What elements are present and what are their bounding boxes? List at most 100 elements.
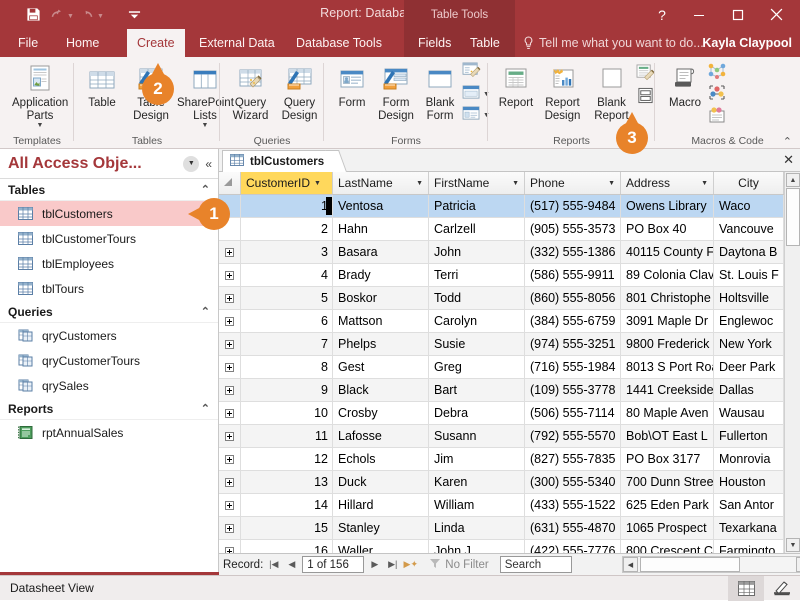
report-design-button[interactable]: Report Design <box>538 60 587 122</box>
nav-group-tables[interactable]: Tables ⌃ <box>0 179 218 201</box>
table-row[interactable]: 3 Basara John (332) 555-1386 40115 Count… <box>219 241 800 264</box>
column-header-lastname[interactable]: LastName ▼ <box>333 172 429 194</box>
cell-lastname[interactable]: Mattson <box>333 310 429 332</box>
cell-address[interactable]: 8013 S Port Roa <box>621 356 714 378</box>
chevron-up-icon[interactable]: ⌃ <box>201 305 210 318</box>
expand-row-button[interactable] <box>219 402 241 424</box>
cell-phone[interactable]: (792) 555-5570 <box>525 425 621 447</box>
cell-customerid[interactable]: 1 <box>241 195 333 217</box>
cell-lastname[interactable]: Ventosa <box>333 195 429 217</box>
cell-firstname[interactable]: William <box>429 494 525 516</box>
column-header-phone[interactable]: Phone ▼ <box>525 172 621 194</box>
cell-address[interactable]: PO Box 3177 <box>621 448 714 470</box>
cell-address[interactable]: 9800 Frederick <box>621 333 714 355</box>
table-row[interactable]: 10 Crosby Debra (506) 555-7114 80 Maple … <box>219 402 800 425</box>
visual-basic-button[interactable] <box>707 106 727 126</box>
close-button[interactable] <box>757 1 796 28</box>
cell-phone[interactable]: (422) 555-7776 <box>525 540 621 553</box>
cell-lastname[interactable]: Stanley <box>333 517 429 539</box>
triangle-down-icon[interactable]: ▼ <box>786 538 800 552</box>
sidebar-item-tblcustomertours[interactable]: tblCustomerTours <box>0 226 218 251</box>
cell-city[interactable]: St. Louis F <box>714 264 784 286</box>
cell-firstname[interactable]: Susann <box>429 425 525 447</box>
tab-home[interactable]: Home <box>56 29 109 57</box>
table-row[interactable]: 5 Boskor Todd (860) 555-8056 801 Christo… <box>219 287 800 310</box>
cell-phone[interactable]: (905) 555-3573 <box>525 218 621 240</box>
table-row[interactable]: 1 Ventosa Patricia (517) 555-9484 Owens … <box>219 195 800 218</box>
cell-customerid[interactable]: 11 <box>241 425 333 447</box>
last-record-icon[interactable]: ▶| <box>385 557 400 573</box>
cell-firstname[interactable]: Greg <box>429 356 525 378</box>
collapse-ribbon-button[interactable]: ⌃ <box>783 135 792 148</box>
cell-address[interactable]: Bob\OT East L <box>621 425 714 447</box>
table-row[interactable]: 8 Gest Greg (716) 555-1984 8013 S Port R… <box>219 356 800 379</box>
cell-phone[interactable]: (860) 555-8056 <box>525 287 621 309</box>
cell-city[interactable]: New York <box>714 333 784 355</box>
tab-database-tools[interactable]: Database Tools <box>286 29 392 57</box>
table-row[interactable]: 14 Hillard William (433) 555-1522 625 Ed… <box>219 494 800 517</box>
cell-city[interactable]: San Antor <box>714 494 784 516</box>
column-header-city[interactable]: City <box>714 172 784 194</box>
table-row[interactable]: 9 Black Bart (109) 555-3778 1441 Creeksi… <box>219 379 800 402</box>
form-button[interactable]: Form <box>330 60 374 110</box>
triangle-up-icon[interactable]: ▲ <box>786 173 800 187</box>
tab-file[interactable]: File <box>8 29 48 57</box>
cell-lastname[interactable]: Lafosse <box>333 425 429 447</box>
cell-city[interactable]: Dallas <box>714 379 784 401</box>
query-wizard-button[interactable]: Query Wizard <box>226 60 275 122</box>
cell-firstname[interactable]: Carolyn <box>429 310 525 332</box>
form-design-button[interactable]: Form Design <box>374 60 418 122</box>
macro-button[interactable]: Macro <box>663 60 707 110</box>
search-input[interactable]: Search <box>499 556 572 573</box>
form-wizard-button[interactable] <box>462 62 490 82</box>
expand-row-button[interactable] <box>219 425 241 447</box>
cell-address[interactable]: 801 Christophe <box>621 287 714 309</box>
table-row[interactable]: 4 Brady Terri (586) 555-9911 89 Colonia … <box>219 264 800 287</box>
cell-firstname[interactable]: Linda <box>429 517 525 539</box>
tab-external-data[interactable]: External Data <box>189 29 285 57</box>
cell-lastname[interactable]: Phelps <box>333 333 429 355</box>
cell-firstname[interactable]: John J <box>429 540 525 553</box>
new-record-icon[interactable]: ▶✦ <box>403 557 418 573</box>
cell-lastname[interactable]: Waller <box>333 540 429 553</box>
cell-customerid[interactable]: 12 <box>241 448 333 470</box>
sidebar-item-qrycustomers[interactable]: qryCustomers <box>0 323 218 348</box>
cell-lastname[interactable]: Basara <box>333 241 429 263</box>
cell-customerid[interactable]: 6 <box>241 310 333 332</box>
table-row[interactable]: 11 Lafosse Susann (792) 555-5570 Bob\OT … <box>219 425 800 448</box>
first-record-icon[interactable]: |◀ <box>266 557 281 573</box>
cell-firstname[interactable]: Carlzell <box>429 218 525 240</box>
datasheet-vertical-scrollbar[interactable]: ▲ ▼ <box>784 172 800 553</box>
cell-lastname[interactable]: Echols <box>333 448 429 470</box>
expand-row-button[interactable] <box>219 540 241 553</box>
cell-firstname[interactable]: Debra <box>429 402 525 424</box>
expand-row-button[interactable] <box>219 356 241 378</box>
navigation-button[interactable]: ▼ <box>462 85 490 103</box>
cell-address[interactable]: 3091 Maple Dr <box>621 310 714 332</box>
cell-city[interactable]: Texarkana <box>714 517 784 539</box>
table-row[interactable]: 2 Hahn Carlzell (905) 555-3573 PO Box 40… <box>219 218 800 241</box>
vertical-scrollbar-thumb[interactable] <box>786 188 800 246</box>
cell-customerid[interactable]: 14 <box>241 494 333 516</box>
expand-row-button[interactable] <box>219 517 241 539</box>
cell-customerid[interactable]: 9 <box>241 379 333 401</box>
cell-phone[interactable]: (586) 555-9911 <box>525 264 621 286</box>
cell-customerid[interactable]: 16 <box>241 540 333 553</box>
document-tab-tblcustomers[interactable]: tblCustomers <box>222 150 338 172</box>
horizontal-scrollbar-thumb[interactable] <box>640 557 740 572</box>
cell-address[interactable]: 625 Eden Park <box>621 494 714 516</box>
sidebar-item-qrycustomertours[interactable]: qryCustomerTours <box>0 348 218 373</box>
cell-phone[interactable]: (631) 555-4870 <box>525 517 621 539</box>
cell-address[interactable]: 89 Colonia Clav <box>621 264 714 286</box>
next-record-icon[interactable]: ▶ <box>367 557 382 573</box>
column-header-customerid[interactable]: CustomerID ▼ <box>241 172 333 194</box>
cell-customerid[interactable]: 3 <box>241 241 333 263</box>
application-parts-button[interactable]: Application Parts ▼ <box>8 60 72 129</box>
cell-lastname[interactable]: Black <box>333 379 429 401</box>
tell-me-box[interactable]: Tell me what you want to do... <box>523 29 704 57</box>
table-row[interactable]: 15 Stanley Linda (631) 555-4870 1065 Pro… <box>219 517 800 540</box>
double-chevron-left-icon[interactable]: « <box>205 157 212 171</box>
class-module-button[interactable] <box>707 84 727 104</box>
expand-row-button[interactable] <box>219 494 241 516</box>
datasheet-view-icon[interactable] <box>728 575 764 601</box>
